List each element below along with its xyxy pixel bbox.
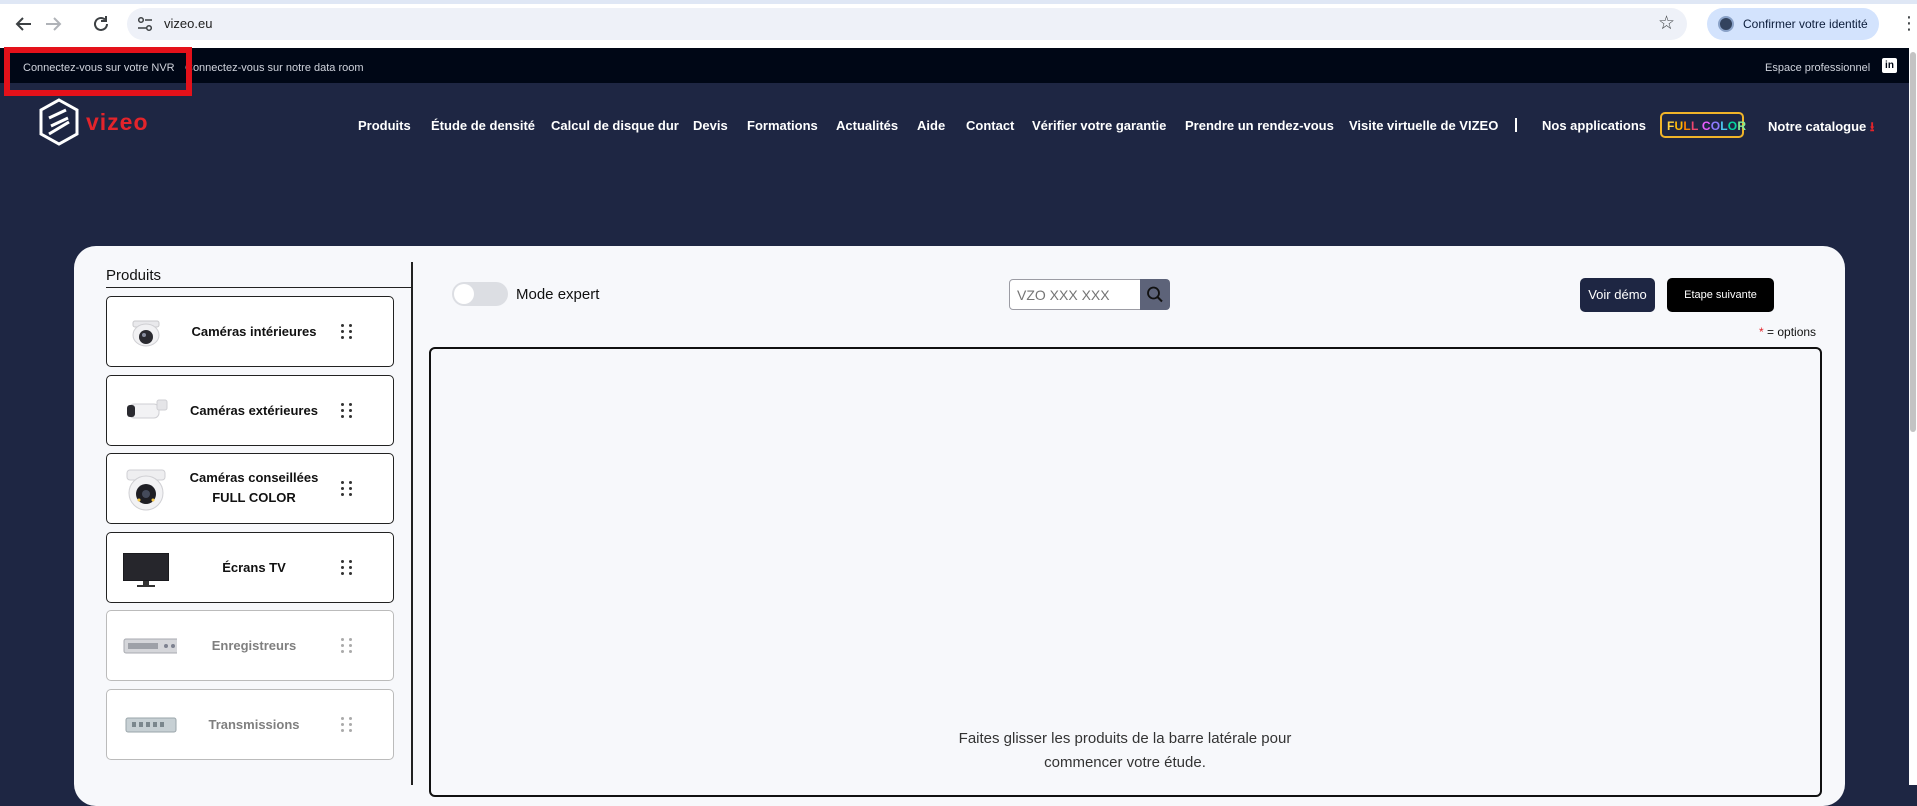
nav-quote[interactable]: Devis — [693, 118, 728, 133]
reload-button[interactable] — [89, 12, 113, 36]
dropzone-message-line1: Faites glisser les produits de la barre … — [958, 730, 1292, 747]
nav-density-study[interactable]: Étude de densité — [431, 118, 535, 133]
product-indoor-cameras[interactable]: Caméras intérieures — [106, 296, 394, 367]
nav-warranty-check[interactable]: Vérifier votre garantie — [1032, 118, 1166, 133]
product-label: Écrans TV — [222, 560, 286, 575]
search-icon — [1147, 286, 1163, 303]
product-tv-screens[interactable]: Écrans TV — [106, 532, 394, 603]
expert-mode-label: Mode expert — [516, 286, 600, 303]
star-icon[interactable]: ☆ — [1658, 13, 1675, 35]
product-full-color-cameras[interactable]: Caméras conseillées FULL COLOR — [106, 453, 394, 524]
product-label: Enregistreurs — [211, 638, 297, 653]
browser-toolbar: vizeo.eu ☆ Confirmer votre identité ⋮ — [0, 0, 1917, 48]
sidebar-divider — [411, 262, 413, 785]
expert-mode-toggle[interactable] — [452, 282, 508, 306]
nav-catalogue[interactable]: Notre catalogue ⭳ — [1768, 118, 1874, 140]
back-button[interactable] — [12, 12, 36, 36]
url-text[interactable]: vizeo.eu — [164, 16, 212, 31]
link-pro-space[interactable]: Espace professionnel — [1765, 62, 1870, 74]
product-label-line1: Caméras conseillées — [189, 470, 319, 485]
arrow-right-icon — [46, 17, 62, 31]
utility-bar: Connectez-vous sur votre NVR Connectez-v… — [0, 48, 1909, 83]
drag-handle-icon[interactable] — [341, 403, 355, 419]
full-color-label: FULL COLOR — [1667, 119, 1747, 133]
drag-handle-icon[interactable] — [341, 560, 355, 576]
product-outdoor-cameras[interactable]: Caméras extérieures — [106, 375, 394, 446]
tv-screen-icon — [123, 553, 169, 587]
product-search-input[interactable] — [1009, 279, 1141, 310]
nav-disk-calculator[interactable]: Calcul de disque dur — [551, 118, 679, 133]
dome-camera-icon — [132, 320, 160, 347]
tab-strip-edge — [0, 0, 1917, 4]
turret-camera-icon — [126, 469, 166, 511]
arrow-left-icon — [15, 17, 31, 31]
reload-icon — [94, 16, 108, 31]
highlight-box — [4, 47, 192, 96]
page-scrollbar[interactable] — [1909, 48, 1917, 785]
tune-icon[interactable] — [136, 15, 154, 33]
next-step-button[interactable]: Etape suivante — [1667, 278, 1774, 312]
product-recorders[interactable]: Enregistreurs — [106, 610, 394, 681]
product-label: Caméras extérieures — [190, 403, 318, 418]
nav-contact[interactable]: Contact — [966, 118, 1014, 133]
sidebar-title: Produits — [106, 267, 162, 284]
link-dataroom-login[interactable]: Connectez-vous sur notre data room — [185, 62, 364, 74]
linkedin-icon[interactable]: in — [1882, 58, 1897, 73]
forward-button[interactable] — [41, 12, 65, 36]
options-text: = options — [1767, 325, 1817, 339]
nav-separator — [1515, 118, 1517, 132]
nav-help[interactable]: Aide — [917, 118, 945, 133]
main-nav: Produits Étude de densité Calcul de disq… — [0, 118, 1909, 138]
toggle-knob — [454, 284, 474, 304]
product-label: Caméras intérieures — [191, 324, 317, 339]
scrollbar-thumb[interactable] — [1910, 52, 1916, 432]
dropzone-message: Faites glisser les produits de la barre … — [930, 727, 1320, 775]
dropzone-message-line2: commencer votre étude. — [1044, 754, 1206, 771]
nav-appointment[interactable]: Prendre un rendez-vous — [1185, 118, 1334, 133]
confirm-identity-button[interactable]: Confirmer votre identité — [1707, 8, 1879, 40]
confirm-identity-label: Confirmer votre identité — [1743, 17, 1868, 31]
nav-catalogue-label: Notre catalogue — [1768, 119, 1867, 134]
drag-handle-icon[interactable] — [341, 481, 355, 497]
nav-products[interactable]: Produits — [358, 118, 411, 133]
options-star: * — [1759, 325, 1764, 339]
nav-apps[interactable]: Nos applications — [1542, 118, 1646, 133]
nav-news[interactable]: Actualités — [836, 118, 898, 133]
product-label: Caméras conseillées FULL COLOR — [179, 468, 329, 508]
options-legend: * = options — [1759, 325, 1816, 339]
drag-handle-icon[interactable] — [341, 638, 355, 654]
product-transmissions[interactable]: Transmissions — [106, 689, 394, 760]
profile-icon — [1718, 16, 1734, 32]
full-color-button[interactable]: FULL COLOR — [1660, 112, 1747, 138]
sidebar-title-underline — [106, 287, 412, 288]
download-icon: ⭳ — [1869, 119, 1875, 134]
nav-virtual-tour[interactable]: Visite virtuelle de VIZEO — [1349, 118, 1498, 133]
search-button[interactable] — [1140, 279, 1170, 310]
nav-trainings[interactable]: Formations — [747, 118, 818, 133]
product-label: Transmissions — [208, 717, 300, 732]
drag-handle-icon[interactable] — [341, 717, 355, 733]
network-switch-icon — [125, 717, 177, 733]
address-bar[interactable]: vizeo.eu ☆ — [127, 8, 1687, 40]
bullet-camera-icon — [127, 399, 168, 419]
product-label-line2: FULL COLOR — [212, 490, 296, 505]
demo-button[interactable]: Voir démo — [1580, 278, 1655, 312]
drag-handle-icon[interactable] — [341, 324, 355, 340]
kebab-icon[interactable]: ⋮ — [1900, 12, 1917, 34]
nvr-recorder-icon — [123, 638, 177, 654]
